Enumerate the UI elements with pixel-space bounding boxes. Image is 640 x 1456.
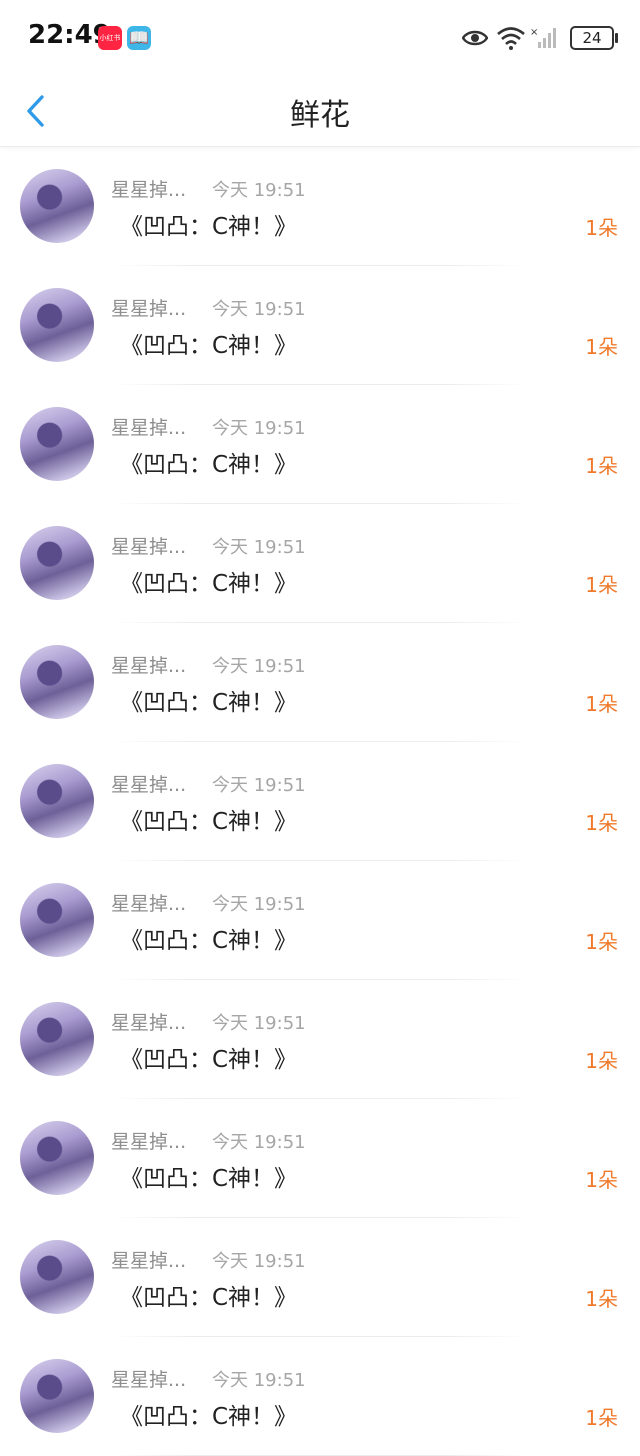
avatar[interactable] bbox=[20, 288, 94, 362]
flower-count: 1朵 bbox=[585, 1168, 618, 1192]
username: 星星掉... bbox=[111, 1250, 187, 1272]
flower-count: 1朵 bbox=[585, 216, 618, 240]
username: 星星掉... bbox=[111, 1131, 187, 1153]
xiaohongshu-app-icon: 小红书 bbox=[98, 26, 122, 50]
flower-count: 1朵 bbox=[585, 454, 618, 478]
flower-count: 1朵 bbox=[585, 1406, 618, 1430]
navigation-header: 鲜花 bbox=[0, 76, 640, 147]
timestamp: 今天 19:51 bbox=[212, 1132, 306, 1153]
book-title: 《凹凸：C神！》 bbox=[120, 452, 298, 478]
flower-count: 1朵 bbox=[585, 1049, 618, 1073]
timestamp: 今天 19:51 bbox=[212, 775, 306, 796]
list-item[interactable]: 星星掉... 今天 19:51 《凹凸：C神！》 1朵 bbox=[0, 742, 640, 861]
avatar[interactable] bbox=[20, 764, 94, 838]
list-item[interactable]: 星星掉... 今天 19:51 《凹凸：C神！》 1朵 bbox=[0, 1337, 640, 1456]
list-item[interactable]: 星星掉... 今天 19:51 《凹凸：C神！》 1朵 bbox=[0, 980, 640, 1099]
status-bar: 22:49 小红书 📖 × 24 bbox=[0, 0, 640, 76]
book-title: 《凹凸：C神！》 bbox=[120, 333, 298, 359]
cellular-signal-icon: × bbox=[530, 27, 556, 48]
book-title: 《凹凸：C神！》 bbox=[120, 214, 298, 240]
book-title: 《凹凸：C神！》 bbox=[120, 1047, 298, 1073]
list-item[interactable]: 星星掉... 今天 19:51 《凹凸：C神！》 1朵 bbox=[0, 266, 640, 385]
page-title: 鲜花 bbox=[290, 98, 350, 133]
book-title: 《凹凸：C神！》 bbox=[120, 1404, 298, 1430]
list-item[interactable]: 星星掉... 今天 19:51 《凹凸：C神！》 1朵 bbox=[0, 1099, 640, 1218]
username: 星星掉... bbox=[111, 179, 187, 201]
book-title: 《凹凸：C神！》 bbox=[120, 809, 298, 835]
reader-app-icon: 📖 bbox=[127, 26, 151, 50]
timestamp: 今天 19:51 bbox=[212, 537, 306, 558]
book-title: 《凹凸：C神！》 bbox=[120, 690, 298, 716]
username: 星星掉... bbox=[111, 417, 187, 439]
avatar[interactable] bbox=[20, 883, 94, 957]
username: 星星掉... bbox=[111, 893, 187, 915]
username: 星星掉... bbox=[111, 1369, 187, 1391]
flower-record-list: 星星掉... 今天 19:51 《凹凸：C神！》 1朵 星星掉... 今天 19… bbox=[0, 147, 640, 1456]
flower-count: 1朵 bbox=[585, 573, 618, 597]
username: 星星掉... bbox=[111, 774, 187, 796]
avatar[interactable] bbox=[20, 169, 94, 243]
timestamp: 今天 19:51 bbox=[212, 418, 306, 439]
flower-count: 1朵 bbox=[585, 811, 618, 835]
username: 星星掉... bbox=[111, 1012, 187, 1034]
avatar[interactable] bbox=[20, 645, 94, 719]
timestamp: 今天 19:51 bbox=[212, 180, 306, 201]
list-item[interactable]: 星星掉... 今天 19:51 《凹凸：C神！》 1朵 bbox=[0, 623, 640, 742]
timestamp: 今天 19:51 bbox=[212, 894, 306, 915]
username: 星星掉... bbox=[111, 298, 187, 320]
flower-count: 1朵 bbox=[585, 930, 618, 954]
list-item[interactable]: 星星掉... 今天 19:51 《凹凸：C神！》 1朵 bbox=[0, 385, 640, 504]
eye-icon bbox=[462, 30, 488, 46]
timestamp: 今天 19:51 bbox=[212, 1251, 306, 1272]
book-title: 《凹凸：C神！》 bbox=[120, 928, 298, 954]
avatar[interactable] bbox=[20, 407, 94, 481]
list-item[interactable]: 星星掉... 今天 19:51 《凹凸：C神！》 1朵 bbox=[0, 1218, 640, 1337]
timestamp: 今天 19:51 bbox=[212, 1013, 306, 1034]
timestamp: 今天 19:51 bbox=[212, 1370, 306, 1391]
username: 星星掉... bbox=[111, 655, 187, 677]
battery-indicator: 24 bbox=[570, 26, 618, 50]
status-icons: × 24 bbox=[462, 22, 618, 54]
book-title: 《凹凸：C神！》 bbox=[120, 571, 298, 597]
timestamp: 今天 19:51 bbox=[212, 656, 306, 677]
flower-count: 1朵 bbox=[585, 692, 618, 716]
avatar[interactable] bbox=[20, 1121, 94, 1195]
book-title: 《凹凸：C神！》 bbox=[120, 1166, 298, 1192]
avatar[interactable] bbox=[20, 1359, 94, 1433]
book-title: 《凹凸：C神！》 bbox=[120, 1285, 298, 1311]
wifi-icon bbox=[497, 27, 525, 50]
avatar[interactable] bbox=[20, 1002, 94, 1076]
flower-count: 1朵 bbox=[585, 1287, 618, 1311]
timestamp: 今天 19:51 bbox=[212, 299, 306, 320]
list-item[interactable]: 星星掉... 今天 19:51 《凹凸：C神！》 1朵 bbox=[0, 504, 640, 623]
svg-text:×: × bbox=[530, 27, 538, 38]
username: 星星掉... bbox=[111, 536, 187, 558]
avatar[interactable] bbox=[20, 526, 94, 600]
list-item[interactable]: 星星掉... 今天 19:51 《凹凸：C神！》 1朵 bbox=[0, 861, 640, 980]
list-item[interactable]: 星星掉... 今天 19:51 《凹凸：C神！》 1朵 bbox=[0, 147, 640, 266]
avatar[interactable] bbox=[20, 1240, 94, 1314]
flower-count: 1朵 bbox=[585, 335, 618, 359]
